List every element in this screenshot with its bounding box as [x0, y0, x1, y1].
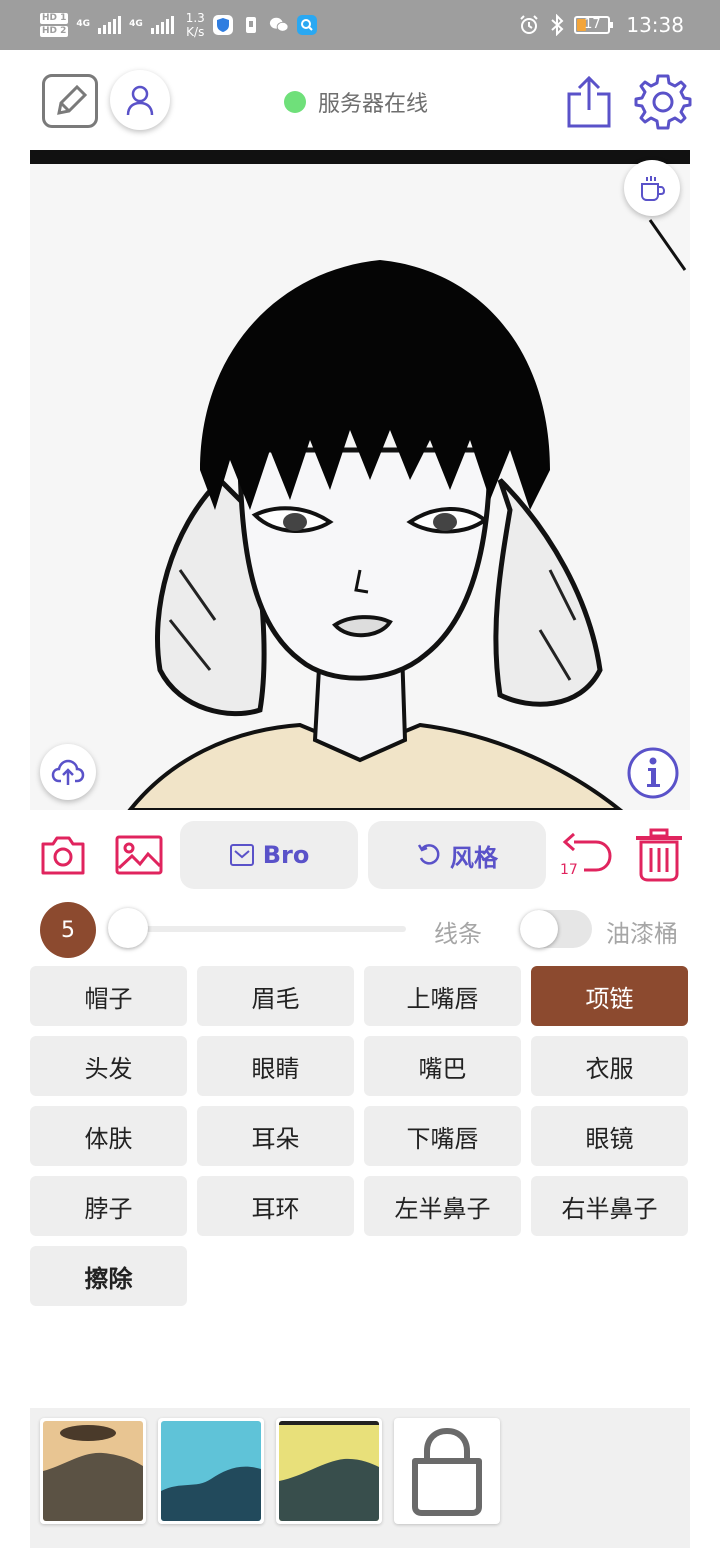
label-chip-glasses[interactable]: 眼镜: [531, 1106, 688, 1166]
generated-portrait: [30, 150, 690, 810]
user-button[interactable]: [110, 70, 170, 130]
label-chip-neck[interactable]: 脖子: [30, 1176, 187, 1236]
alarm-icon: [520, 15, 539, 34]
delete-button[interactable]: [634, 828, 684, 882]
clock: 13:38: [626, 13, 684, 37]
network-badges: HD 1 HD 2: [40, 13, 69, 37]
label-chip-eyebrow[interactable]: 眉毛: [197, 966, 354, 1026]
bluetooth-icon: [551, 14, 564, 36]
user-icon: [126, 85, 154, 116]
trash-icon: [636, 828, 682, 882]
shopping-bag-icon: [412, 1427, 482, 1516]
settings-button[interactable]: [634, 72, 692, 130]
shield-icon: [212, 15, 233, 35]
signal-icon-2: [150, 16, 174, 34]
shop-button[interactable]: [394, 1418, 500, 1524]
info-button[interactable]: [626, 746, 680, 800]
prompt-button-label: Bro: [262, 841, 310, 869]
gear-icon: [634, 74, 692, 130]
upload-button[interactable]: [40, 744, 96, 800]
search-app-icon: [296, 15, 317, 35]
edit-button[interactable]: [42, 74, 98, 128]
sim-icon: [241, 15, 261, 35]
label-chip-right-nose[interactable]: 右半鼻子: [531, 1176, 688, 1236]
info-icon: [627, 747, 679, 799]
image-icon: [115, 835, 163, 875]
label-chip-upper-lip[interactable]: 上嘴唇: [364, 966, 521, 1026]
paint-bucket-toggle[interactable]: [520, 910, 592, 948]
signal-label-2: 4G: [129, 19, 143, 29]
paint-bucket-label: 油漆桶: [606, 920, 678, 948]
label-chip-lower-lip[interactable]: 下嘴唇: [364, 1106, 521, 1166]
segment-label-grid: 帽子 眉毛 上嘴唇 项链 头发 眼睛 嘴巴 衣服 体肤 耳朵 下嘴唇 眼镜 脖子…: [30, 966, 690, 1306]
share-icon: [567, 75, 611, 128]
signal-icon: [98, 16, 122, 34]
style-button-label: 风格: [450, 843, 498, 872]
status-bar: HD 1 HD 2 4G 4G 1.3 K/s 17 13:38: [0, 0, 720, 50]
drawing-canvas[interactable]: [30, 150, 690, 810]
camera-icon: [41, 836, 85, 875]
camera-button[interactable]: [40, 834, 86, 876]
label-chip-mouth[interactable]: 嘴巴: [364, 1036, 521, 1096]
server-status: 服务器在线: [284, 86, 428, 118]
brush-size-slider[interactable]: [108, 926, 406, 932]
signal-label-1: 4G: [76, 19, 91, 29]
label-chip-necklace[interactable]: 项链: [531, 966, 688, 1026]
style-thumbnail[interactable]: [40, 1418, 146, 1524]
edit-icon: [57, 84, 88, 115]
style-thumbnail[interactable]: [158, 1418, 264, 1524]
undo-count: 17: [560, 862, 578, 878]
cloud-upload-icon: [51, 759, 85, 785]
hd-badge-2: HD 2: [40, 26, 69, 37]
coffee-button[interactable]: [624, 160, 680, 216]
status-dot: [284, 91, 306, 113]
refresh-icon: [417, 844, 440, 865]
label-chip-erase[interactable]: 擦除: [30, 1246, 187, 1306]
label-chip-eyes[interactable]: 眼睛: [197, 1036, 354, 1096]
mail-icon: [229, 844, 254, 866]
label-chip-skin[interactable]: 体肤: [30, 1106, 187, 1166]
label-chip-left-nose[interactable]: 左半鼻子: [364, 1176, 521, 1236]
brush-size-indicator: 5: [40, 902, 96, 958]
top-toolbar: 服务器在线: [0, 50, 720, 150]
battery-icon: 17: [574, 16, 614, 34]
label-chip-clothes[interactable]: 衣服: [531, 1036, 688, 1096]
action-row: Bro 风格 17: [0, 818, 720, 892]
style-button[interactable]: 风格: [368, 821, 546, 889]
coffee-icon: [641, 176, 666, 201]
network-speed: 1.3 K/s: [185, 11, 205, 39]
toggle-knob: [520, 910, 558, 948]
label-chip-earring[interactable]: 耳环: [197, 1176, 354, 1236]
label-chip-hat[interactable]: 帽子: [30, 966, 187, 1026]
label-chip-hair[interactable]: 头发: [30, 1036, 187, 1096]
hd-badge-1: HD 1: [40, 13, 69, 24]
wechat-icon: [269, 15, 289, 35]
prompt-button[interactable]: Bro: [180, 821, 358, 889]
gallery-button[interactable]: [114, 834, 164, 876]
style-thumbnail[interactable]: [276, 1418, 382, 1524]
label-chip-ears[interactable]: 耳朵: [197, 1106, 354, 1166]
brush-row: 5 线条 油漆桶: [0, 898, 720, 960]
style-tray: [30, 1408, 690, 1548]
server-status-text: 服务器在线: [318, 92, 429, 117]
share-button[interactable]: [564, 74, 614, 128]
slider-thumb[interactable]: [108, 908, 148, 948]
lines-label: 线条: [434, 920, 482, 948]
